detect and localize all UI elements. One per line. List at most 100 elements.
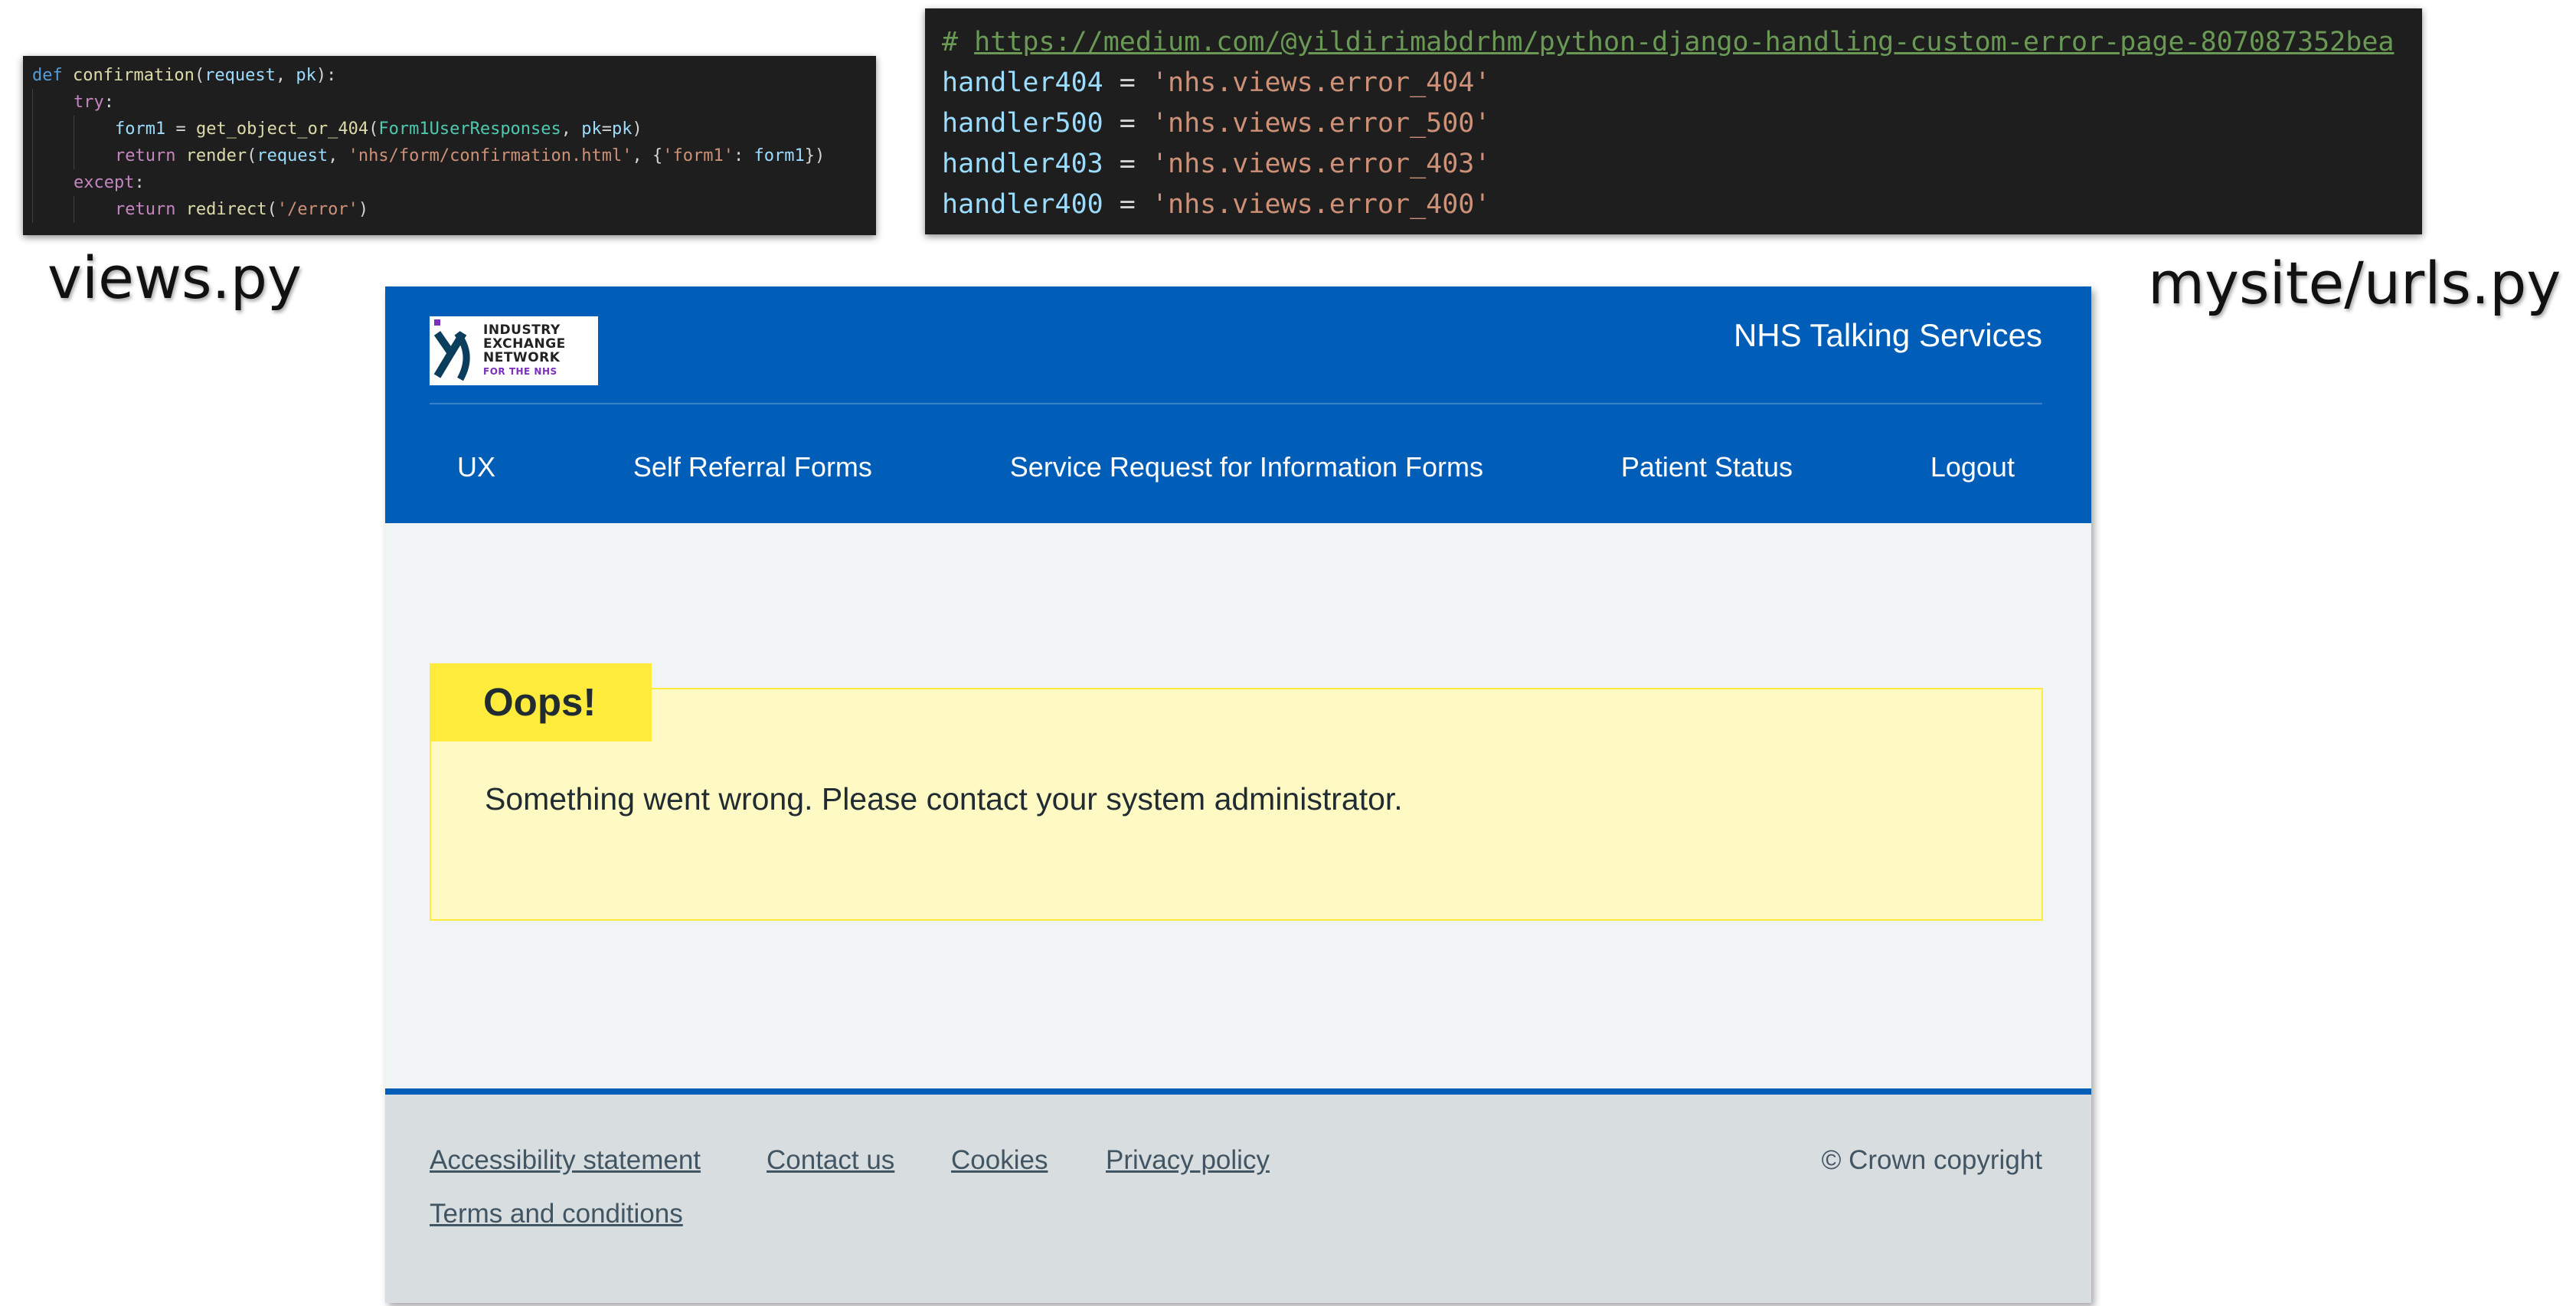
error-message: Something went wrong. Please contact you…	[485, 781, 1403, 817]
indent-guide	[32, 169, 74, 196]
footer-link-accessibility[interactable]: Accessibility statement	[430, 1145, 701, 1176]
main-nav: UX Self Referral Forms Service Request f…	[430, 429, 2042, 506]
code-token: =	[1103, 67, 1152, 98]
nav-item-ux[interactable]: UX	[430, 429, 523, 506]
footer-link-privacy[interactable]: Privacy policy	[1106, 1145, 1270, 1176]
main-content: Something went wrong. Please contact you…	[385, 523, 2091, 1088]
indent-guide	[32, 116, 74, 142]
logo-line-1: INDUSTRY	[483, 322, 561, 338]
code-token: ,	[561, 119, 582, 139]
code-token: render	[185, 146, 247, 165]
error-page-screenshot: INDUSTRY EXCHANGE NETWORK FOR THE NHS NH…	[385, 286, 2091, 1303]
code-token: )	[632, 119, 642, 139]
code-token: })	[804, 146, 825, 165]
code-line: form1 = get_object_or_404(Form1UserRespo…	[32, 116, 867, 142]
code-token: confirmation	[72, 66, 195, 85]
logo-line-3: NETWORK	[483, 350, 561, 365]
views-code-snippet: def confirmation(request, pk): try: form…	[23, 56, 876, 235]
code-token: request	[204, 66, 276, 85]
copyright: © Crown copyright	[1821, 1145, 2042, 1175]
handler-line: handler400 = 'nhs.views.error_400'	[942, 185, 2405, 225]
code-token: =	[1103, 149, 1152, 179]
indent-guide	[73, 142, 115, 169]
code-token: request	[257, 146, 329, 165]
code-token: pk	[612, 119, 633, 139]
indent-guide	[32, 89, 74, 116]
indent-guide	[32, 196, 74, 223]
indent-guide	[73, 196, 115, 223]
code-token: return	[114, 200, 186, 219]
handler-line: handler500 = 'nhs.views.error_500'	[942, 103, 2405, 144]
code-token: try	[73, 93, 104, 112]
views-caption: views.py	[47, 244, 302, 312]
code-token: :	[103, 93, 114, 112]
code-line: try:	[32, 89, 867, 116]
code-token: =	[601, 119, 613, 139]
indent-guide	[73, 116, 115, 142]
footer-link-contact[interactable]: Contact us	[767, 1145, 894, 1176]
nav-item-service-request-forms[interactable]: Service Request for Information Forms	[982, 429, 1511, 506]
logo-mark-icon	[433, 319, 470, 381]
comment-url-link[interactable]: https://medium.com/@yildirimabdrhm/pytho…	[974, 27, 2394, 57]
nav-item-patient-status[interactable]: Patient Status	[1594, 429, 1820, 506]
code-token: ,	[275, 66, 296, 85]
comment-prefix: #	[942, 27, 975, 57]
logo[interactable]: INDUSTRY EXCHANGE NETWORK FOR THE NHS	[430, 316, 598, 385]
code-line: except:	[32, 169, 867, 196]
code-token: :	[733, 146, 754, 165]
logo-text: INDUSTRY EXCHANGE NETWORK FOR THE NHS	[483, 323, 566, 378]
code-token: pk	[581, 119, 602, 139]
code-token: '/error'	[276, 200, 358, 219]
site-header: INDUSTRY EXCHANGE NETWORK FOR THE NHS NH…	[385, 286, 2091, 523]
indent-guide	[32, 142, 74, 169]
handler-value: 'nhs.views.error_400'	[1151, 189, 1491, 220]
code-token: form1	[114, 119, 166, 139]
nav-item-logout[interactable]: Logout	[1903, 429, 2042, 506]
code-token: ):	[315, 66, 337, 85]
code-token: redirect	[185, 200, 267, 219]
urls-caption: mysite/urls.py	[2148, 249, 2561, 317]
site-footer: Accessibility statement Contact us Cooki…	[385, 1088, 2091, 1303]
header-divider	[430, 403, 2042, 404]
logo-subtitle: FOR THE NHS	[483, 366, 557, 377]
code-token: Form1UserResponses	[378, 119, 561, 139]
handler-value: 'nhs.views.error_403'	[1151, 149, 1491, 179]
footer-link-cookies[interactable]: Cookies	[951, 1145, 1048, 1176]
code-token: pk	[296, 66, 316, 85]
footer-link-terms[interactable]: Terms and conditions	[430, 1199, 683, 1229]
code-token: :	[134, 173, 145, 192]
code-line: return redirect('/error')	[32, 196, 867, 223]
error-panel: Something went wrong. Please contact you…	[430, 688, 2043, 921]
code-token: (	[194, 66, 205, 85]
service-name[interactable]: NHS Talking Services	[1734, 317, 2042, 354]
code-token: )	[358, 200, 369, 219]
nav-item-self-referral-forms[interactable]: Self Referral Forms	[606, 429, 900, 506]
handler-value: 'nhs.views.error_500'	[1151, 108, 1491, 139]
handler-name: handler403	[942, 149, 1103, 179]
code-token: 'form1'	[662, 146, 734, 165]
code-comment-line: # https://medium.com/@yildirimabdrhm/pyt…	[942, 22, 2405, 63]
code-token: def	[32, 66, 73, 85]
code-token: get_object_or_404	[195, 119, 369, 139]
code-line: return render(request, 'nhs/form/confirm…	[32, 142, 867, 169]
handler-line: handler404 = 'nhs.views.error_404'	[942, 63, 2405, 103]
code-token: form1	[754, 146, 805, 165]
code-line: def confirmation(request, pk):	[32, 62, 867, 89]
code-token: (	[266, 200, 277, 219]
code-token: =	[1103, 108, 1152, 139]
code-token: =	[165, 119, 196, 139]
logo-line-2: EXCHANGE	[483, 336, 566, 352]
code-token: =	[1103, 189, 1152, 220]
code-token: 'nhs/form/confirmation.html'	[348, 146, 633, 165]
code-token: (	[247, 146, 257, 165]
handler-name: handler404	[942, 67, 1103, 98]
handler-name: handler500	[942, 108, 1103, 139]
code-token: return	[114, 146, 186, 165]
handler-value: 'nhs.views.error_404'	[1151, 67, 1491, 98]
handler-line: handler403 = 'nhs.views.error_403'	[942, 144, 2405, 185]
code-token: (	[368, 119, 379, 139]
urls-code-snippet: # https://medium.com/@yildirimabdrhm/pyt…	[925, 8, 2422, 234]
error-heading: Oops!	[430, 663, 652, 741]
handler-name: handler400	[942, 189, 1103, 220]
code-token: , {	[632, 146, 663, 165]
